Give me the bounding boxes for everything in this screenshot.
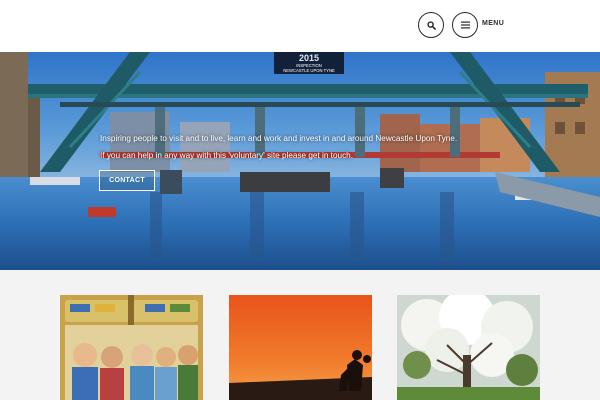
hamburger-icon: [460, 21, 470, 29]
sign-line-2: NEWCASTLE UPON TYNE: [283, 68, 335, 73]
menu-label[interactable]: MENU: [482, 20, 504, 27]
hero-tagline: Inspiring people to visit and to live, l…: [100, 130, 540, 164]
menu-button[interactable]: [452, 12, 478, 38]
post-thumbnail-sunset[interactable]: [229, 295, 372, 400]
hero-banner: 2015 INSPECTION NEWCASTLE UPON TYNE Insp…: [0, 52, 600, 270]
search-icon: [426, 20, 436, 30]
mural-painting: [60, 295, 203, 400]
site-header: MENU: [0, 0, 600, 52]
bridge-sign: 2015 INSPECTION NEWCASTLE UPON TYNE: [274, 52, 344, 74]
hero-line-1: Inspiring people to visit and to live, l…: [100, 134, 458, 143]
hero-line-2: If you can help in any way with this 'vo…: [100, 151, 353, 160]
blossom-tree: [397, 295, 540, 400]
search-button[interactable]: [418, 12, 444, 38]
post-thumbnail-blossom[interactable]: [397, 295, 540, 400]
sign-year: 2015: [298, 53, 320, 63]
contact-button[interactable]: CONTACT: [99, 170, 155, 191]
posts-grid: [0, 270, 600, 400]
sunset-silhouette: [229, 295, 372, 400]
post-thumbnail-mural[interactable]: [60, 295, 203, 400]
